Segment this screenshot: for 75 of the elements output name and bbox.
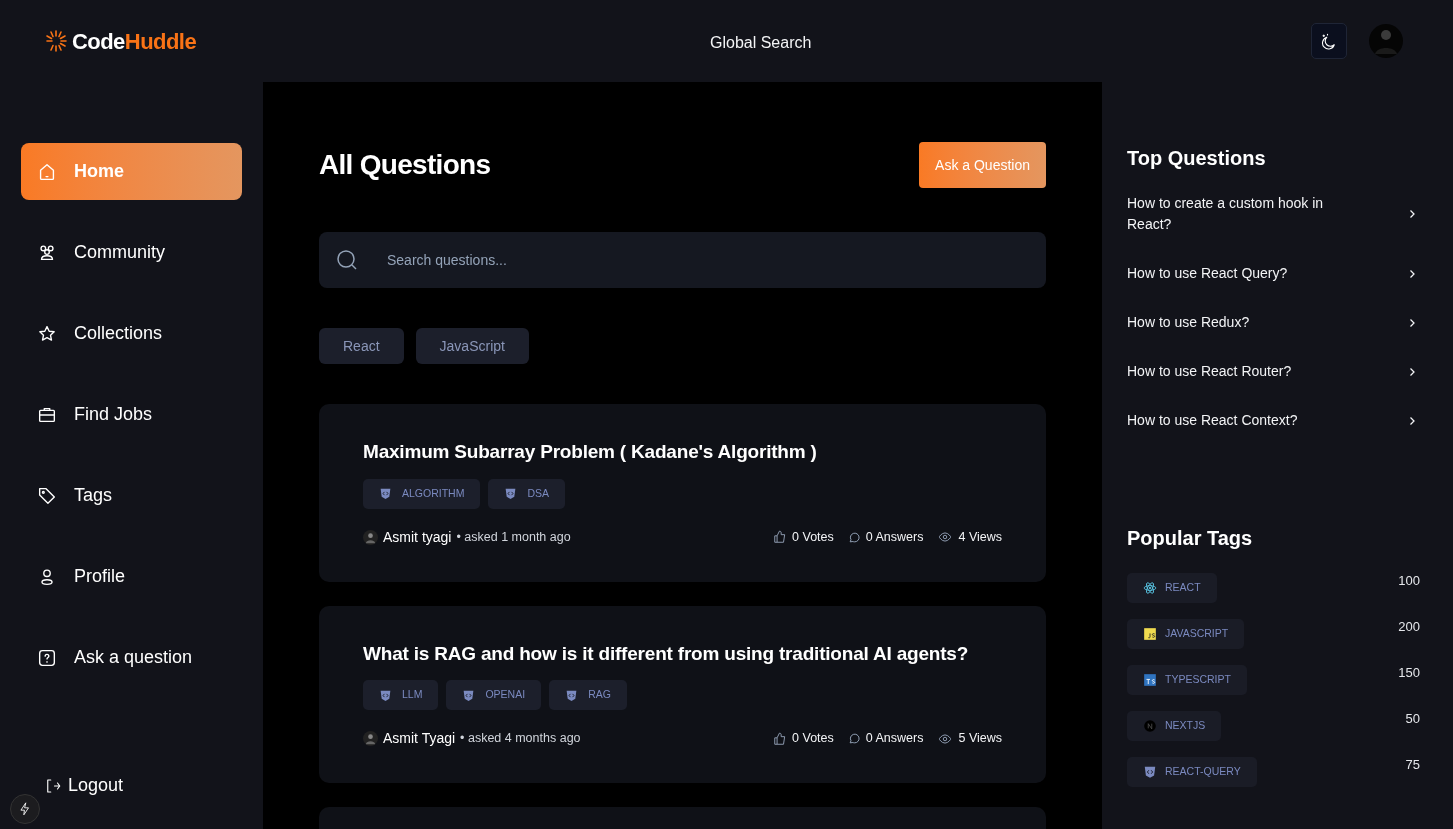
tag-chip[interactable]: RAG [549, 680, 627, 710]
code-shield-icon [504, 487, 518, 500]
code-shield-icon [565, 688, 579, 702]
tag-count: 50 [1405, 710, 1420, 728]
logo-text: CodeHuddle [72, 27, 197, 56]
votes-count: 0 Votes [792, 730, 834, 748]
code-shield-icon [1143, 765, 1157, 779]
question-card[interactable]: Maximum Subarray Problem ( Kadane's Algorithm ) ALGORITHM DSA Asmit tyagi • asked 1 month ago 0 Votes 0 Answers 4 Views [319, 404, 1046, 582]
tag-chip[interactable]: OPENAI [446, 680, 542, 710]
answers-count: 0 Answers [865, 730, 924, 748]
logo-icon [44, 29, 68, 53]
tag-count: 100 [1398, 572, 1420, 590]
nav-item[interactable]: Collections [21, 305, 242, 362]
tag-chip[interactable]: REACT [1127, 573, 1217, 603]
eye-icon [937, 731, 954, 746]
thumbs-up-icon [773, 731, 788, 746]
top-question-link[interactable]: How to use React Context? [1127, 410, 1428, 431]
atom-icon [1143, 581, 1157, 595]
tag-chip[interactable]: REACT-QUERY [1127, 757, 1257, 787]
code-shield-icon [462, 688, 476, 702]
views-count: 5 Views [958, 730, 1002, 748]
lightning-icon [18, 802, 32, 816]
logout-icon [44, 776, 62, 795]
tag-chip[interactable]: DSA [488, 478, 565, 509]
question-card[interactable]: What is RAG and how is it different from using traditional AI agents? LLM OPENAI RAG Asmit Tyagi • asked 4 months ago 0 Votes 0 Answers 5 Views [319, 605, 1046, 783]
code-shield-icon [379, 688, 392, 702]
n-circle-icon [1143, 719, 1157, 733]
tag-count: 150 [1398, 664, 1420, 682]
filter-chip[interactable]: JavaScript [415, 328, 529, 364]
question-title[interactable]: Maximum Subarray Problem ( Kadane's Algorithm ) [363, 438, 1002, 467]
tag-chip[interactable]: LLM [363, 680, 439, 710]
author-name[interactable]: Asmit tyagi [383, 526, 452, 548]
tag-chip[interactable]: NEXTJS [1127, 711, 1222, 741]
section-title: Popular Tags [1127, 526, 1254, 551]
tag-count: 75 [1405, 756, 1420, 774]
asked-time: • asked 1 month ago [456, 528, 571, 546]
author-avatar [363, 529, 378, 545]
search-field[interactable]: Search questions... [319, 232, 1046, 288]
theme-toggle[interactable] [1311, 23, 1347, 59]
asked-time: • asked 4 months ago [460, 730, 581, 748]
global-search[interactable]: Global Search [710, 31, 812, 55]
question-title[interactable]: What is RAG and how is it different from using traditional AI agents? [363, 639, 1002, 668]
tag-chip[interactable]: ALGORITHM [363, 478, 481, 509]
ts-icon [1143, 673, 1157, 687]
filter-chip[interactable]: React [319, 328, 404, 364]
nav-item[interactable]: Tags [21, 467, 242, 524]
answers-count: 0 Answers [865, 528, 924, 546]
nav-item[interactable]: Profile [21, 548, 242, 605]
page-title: All Questions [319, 148, 491, 182]
thumbs-up-icon [773, 530, 788, 544]
bolt-button[interactable] [10, 794, 40, 824]
top-question-link[interactable]: How to create a custom hook in React? [1127, 193, 1428, 235]
js-icon [1143, 627, 1157, 641]
code-shield-icon [379, 487, 392, 500]
tag-count: 200 [1398, 618, 1420, 636]
comment-icon [847, 530, 861, 544]
tag-chip[interactable]: TYPESCRIPT [1127, 665, 1247, 695]
tag-chip[interactable]: JAVASCRIPT [1127, 619, 1245, 649]
nav-item[interactable]: Community [21, 224, 242, 281]
top-question-link[interactable]: How to use Redux? [1127, 312, 1428, 333]
author-avatar [363, 731, 378, 746]
votes-count: 0 Votes [792, 528, 834, 546]
nav-item[interactable]: Ask a question [21, 629, 242, 686]
eye-icon [937, 530, 954, 544]
top-question-link[interactable]: How to use React Router? [1127, 361, 1428, 382]
logo[interactable]: CodeHuddle [44, 24, 197, 58]
comment-icon [847, 732, 861, 745]
nav-item[interactable]: Find Jobs [21, 386, 242, 443]
top-question-link[interactable]: How to use React Query? [1127, 263, 1428, 284]
logout-link[interactable]: Logout [44, 772, 124, 799]
search-icon [335, 248, 359, 272]
moon-icon [1320, 32, 1338, 50]
author-name[interactable]: Asmit Tyagi [383, 728, 456, 749]
section-title: Top Questions [1127, 146, 1267, 171]
views-count: 4 Views [958, 528, 1002, 546]
